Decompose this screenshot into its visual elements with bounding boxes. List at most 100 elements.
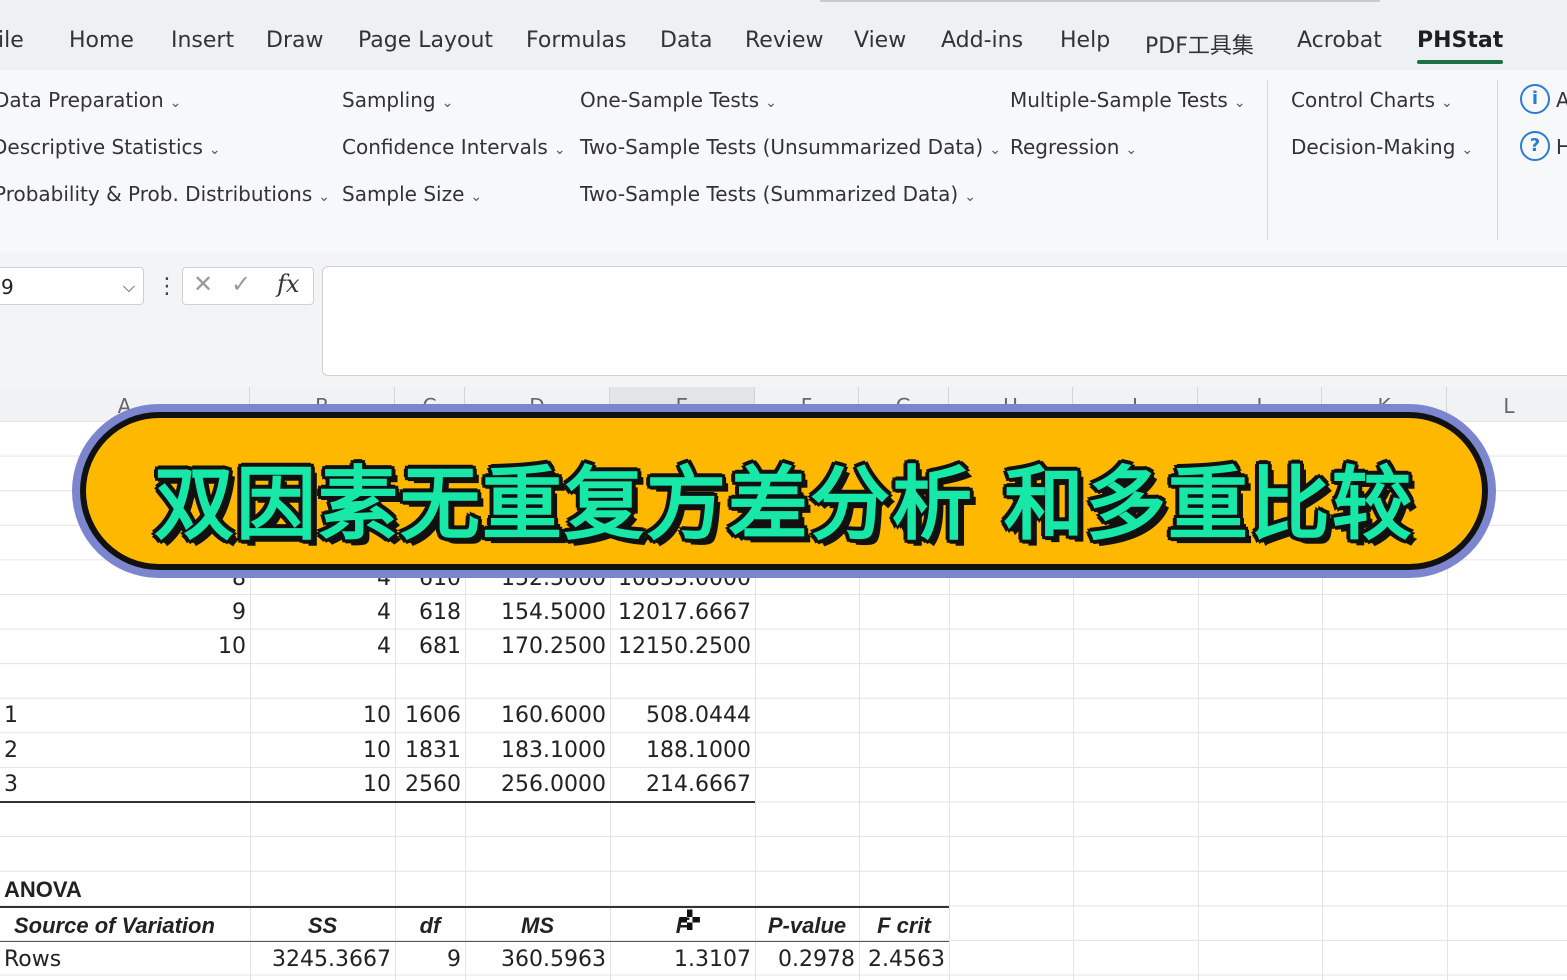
table-border [0,941,949,942]
cell[interactable]: Rows [0,943,250,977]
help-button-label[interactable]: H [1556,135,1567,159]
formula-input[interactable] [322,266,1567,376]
column-heading[interactable]: F crit [859,909,949,943]
menu-label: Probability & Prob. Distributions [0,182,313,206]
two-sample-summarized-menu[interactable]: Two-Sample Tests (Summarized Data) ⌄ [580,182,976,206]
probability-menu[interactable]: Probability & Prob. Distributions ⌄ [0,182,330,206]
search-bar-edge [820,0,1380,2]
cell[interactable]: 1 [0,699,250,733]
tab-add-ins[interactable]: Add-ins [941,28,1023,53]
menu-label: Data Preparation [0,88,164,112]
menu-label: Two-Sample Tests (Summarized Data) [580,182,959,206]
column-heading[interactable]: P-value [755,909,859,943]
chevron-down-icon: ⌄ [441,95,454,111]
anova-title[interactable]: ANOVA [0,873,250,907]
tab-formulas[interactable]: Formulas [526,28,626,53]
tab-review[interactable]: Review [745,28,824,53]
column-heading[interactable]: SS [250,909,395,943]
column-heading[interactable]: df [395,909,465,943]
formula-bar-area: 9 ⌵ ⋮ ✕ ✓ fx [0,252,1567,387]
about-button-label[interactable]: A [1556,88,1567,112]
ribbon-tab-bar: ile Home Insert Draw Page Layout Formula… [0,0,1567,70]
check-icon[interactable]: ✓ [231,270,251,298]
mouse-cursor-icon: ✜ [678,904,702,937]
one-sample-tests-menu[interactable]: One-Sample Tests ⌄ [580,88,777,112]
more-options-icon[interactable]: ⋮ [156,274,178,299]
menu-label: Sampling [342,88,436,112]
banner-title: 双因素无重复方差分析 和多重比较 [154,458,1414,551]
info-icon[interactable]: i [1520,84,1550,114]
tab-insert[interactable]: Insert [171,28,234,53]
cell[interactable]: 3245.3667 [250,943,395,977]
cell[interactable]: 9 [395,943,465,977]
cell[interactable]: 10 [250,768,395,802]
cell[interactable]: 154.5000 [465,596,610,630]
chevron-down-icon: ⌄ [169,95,182,111]
cell[interactable]: 1.3107 [610,943,755,977]
tab-page-layout[interactable]: Page Layout [358,28,493,53]
ribbon-separator [1267,80,1268,240]
cell[interactable]: 618 [395,596,465,630]
cell[interactable]: 256.0000 [465,768,610,802]
tab-acrobat[interactable]: Acrobat [1297,28,1382,53]
cell[interactable]: 10 [0,630,250,664]
menu-label: Descriptive Statistics [0,135,203,159]
tab-view[interactable]: View [854,28,906,53]
cell[interactable]: 170.2500 [465,630,610,664]
cancel-icon[interactable]: ✕ [193,270,213,298]
banner-border: 双因素无重复方差分析 和多重比较 [80,412,1488,570]
menu-label: Confidence Intervals [342,135,548,159]
cell[interactable]: 2560 [395,768,465,802]
tab-home[interactable]: Home [69,28,134,53]
cell[interactable]: 360.5963 [465,943,610,977]
tab-help[interactable]: Help [1060,28,1110,53]
cell[interactable]: 4 [250,596,395,630]
cell[interactable]: 508.0444 [610,699,755,733]
sampling-menu[interactable]: Sampling ⌄ [342,88,453,112]
data-preparation-menu[interactable]: Data Preparation ⌄ [0,88,181,112]
regression-menu[interactable]: Regression ⌄ [1010,135,1137,159]
column-heading[interactable]: MS [465,909,610,943]
menu-label: Decision-Making [1291,135,1456,159]
control-charts-menu[interactable]: Control Charts ⌄ [1291,88,1453,112]
cell[interactable]: 214.6667 [610,768,755,802]
cell[interactable]: 10 [250,699,395,733]
cell[interactable]: 1606 [395,699,465,733]
name-box[interactable]: 9 ⌵ [0,267,144,305]
insert-function-icon[interactable]: fx [277,270,299,298]
cell[interactable]: 160.6000 [465,699,610,733]
title-banner: 双因素无重复方差分析 和多重比较 [72,404,1496,578]
tab-phstat[interactable]: PHStat [1417,28,1504,64]
cell[interactable]: 0.2978 [755,943,859,977]
confidence-intervals-menu[interactable]: Confidence Intervals ⌄ [342,135,566,159]
cell[interactable]: 4 [250,630,395,664]
column-heading[interactable]: Source of Variation [10,909,250,943]
tab-data[interactable]: Data [660,28,713,53]
chevron-down-icon: ⌄ [1461,142,1474,158]
chevron-down-icon[interactable]: ⌵ [123,268,135,306]
cell[interactable]: 9 [0,596,250,630]
multiple-sample-tests-menu[interactable]: Multiple-Sample Tests ⌄ [1010,88,1246,112]
chevron-down-icon: ⌄ [208,142,221,158]
menu-label: Multiple-Sample Tests [1010,88,1228,112]
tab-pdf-tools[interactable]: PDF工具集 [1145,28,1254,60]
cell[interactable]: 12017.6667 [610,596,755,630]
cell[interactable]: 1831 [395,734,465,768]
tab-draw[interactable]: Draw [266,28,323,53]
cell[interactable]: 681 [395,630,465,664]
cell[interactable]: 183.1000 [465,734,610,768]
two-sample-unsummarized-menu[interactable]: Two-Sample Tests (Unsummarized Data) ⌄ [580,135,1001,159]
sample-size-menu[interactable]: Sample Size ⌄ [342,182,482,206]
cell[interactable]: 10 [250,734,395,768]
descriptive-statistics-menu[interactable]: Descriptive Statistics ⌄ [0,135,221,159]
column-header-l[interactable]: L [1447,387,1567,421]
help-icon[interactable]: ? [1520,131,1550,161]
tab-file[interactable]: ile [0,28,24,53]
cell[interactable]: 2 [0,734,250,768]
cell[interactable]: 3 [0,768,250,802]
cell[interactable]: 2.4563 [859,943,949,977]
cell[interactable]: 188.1000 [610,734,755,768]
menu-label: Regression [1010,135,1120,159]
decision-making-menu[interactable]: Decision-Making ⌄ [1291,135,1473,159]
cell[interactable]: 12150.2500 [610,630,755,664]
